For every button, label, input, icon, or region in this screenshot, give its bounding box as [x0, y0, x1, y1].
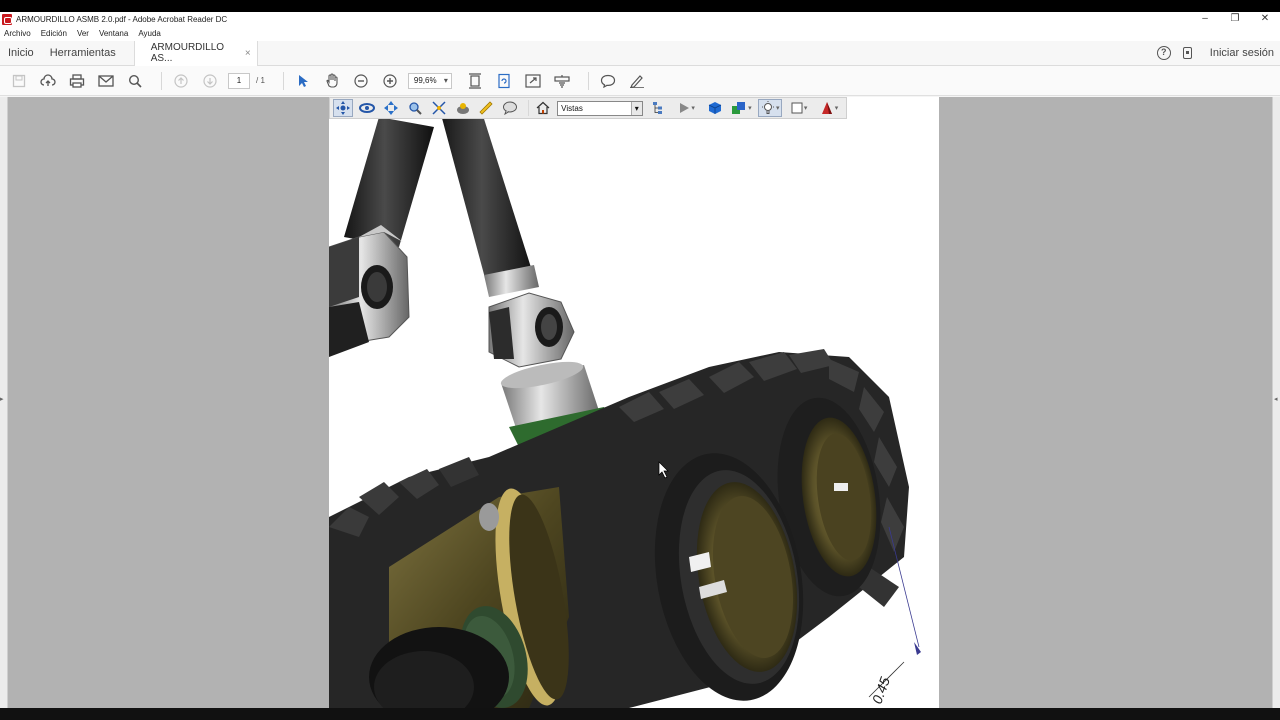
signin-link[interactable]: Iniciar sesión: [1210, 47, 1274, 59]
left-panel-toggle[interactable]: [0, 97, 8, 708]
document-viewport[interactable]: Vistas ▾ ▾ ▾ ▾: [0, 97, 1280, 708]
tab-herramientas[interactable]: Herramientas: [42, 47, 124, 59]
sign-pen-icon[interactable]: [626, 70, 648, 92]
full-screen-icon[interactable]: [522, 70, 544, 92]
print-icon[interactable]: [66, 70, 88, 92]
cross-section-icon[interactable]: ▾: [816, 99, 842, 117]
lighting-icon[interactable]: ▾: [758, 99, 783, 117]
tab-bar-right: ? Iniciar sesión: [1156, 46, 1280, 60]
select-cursor-icon[interactable]: [292, 70, 314, 92]
comment-3d-icon[interactable]: [500, 99, 520, 117]
menu-ayuda[interactable]: Ayuda: [138, 29, 161, 38]
tab-bar: Inicio Herramientas ARMOURDILLO AS... × …: [0, 40, 1280, 66]
right-panel-toggle[interactable]: [1272, 97, 1280, 708]
projection-cube-icon[interactable]: [705, 99, 725, 117]
search-icon[interactable]: [124, 70, 146, 92]
close-tab-icon[interactable]: ×: [245, 48, 251, 59]
tab-inicio[interactable]: Inicio: [0, 47, 42, 59]
help-icon[interactable]: ?: [1156, 46, 1171, 60]
fly-3d-icon[interactable]: [453, 99, 473, 117]
spin-3d-icon[interactable]: [357, 99, 377, 117]
center-bracket: [488, 292, 575, 368]
play-animation-icon[interactable]: ▾: [673, 99, 701, 117]
pdf-page[interactable]: Vistas ▾ ▾ ▾ ▾ ▾ ▾ 0.45: [329, 97, 939, 708]
minimize-button[interactable]: –: [1190, 12, 1220, 26]
walk-3d-icon[interactable]: [429, 99, 449, 117]
tab-document[interactable]: ARMOURDILLO AS... ×: [133, 40, 258, 66]
hand-tool-icon[interactable]: [321, 70, 343, 92]
menu-bar: Archivo Edición Ver Ventana Ayuda: [0, 26, 1280, 41]
pan-3d-icon[interactable]: [381, 99, 401, 117]
render-mode-icon[interactable]: ▾: [728, 99, 754, 117]
left-arm-tube: [344, 117, 434, 247]
zoom-level-select[interactable]: 99,6%: [407, 72, 452, 89]
right-wheel-highlight: [834, 483, 848, 491]
comment-icon[interactable]: [597, 70, 619, 92]
acrobat-pdf-icon: [2, 13, 12, 25]
email-icon[interactable]: [95, 70, 117, 92]
upper-arm-tube: [433, 97, 539, 297]
zoom-in-icon[interactable]: [379, 70, 401, 92]
page-number-input[interactable]: 1: [228, 72, 250, 89]
window-title: ARMOURDILLO ASMB 2.0.pdf - Adobe Acrobat…: [16, 14, 228, 24]
toolbar-divider: [282, 71, 284, 90]
zoom-out-icon[interactable]: [350, 70, 372, 92]
menu-ver[interactable]: Ver: [77, 29, 89, 38]
measure-ruler-icon[interactable]: [476, 99, 496, 117]
3d-model-view[interactable]: 0.45: [329, 97, 939, 708]
menu-archivo[interactable]: Archivo: [4, 29, 31, 38]
mobile-link-icon[interactable]: [1182, 47, 1192, 59]
next-page-icon[interactable]: [199, 70, 221, 92]
bottom-bar: [0, 708, 1280, 720]
rotate-view-icon[interactable]: [493, 70, 515, 92]
close-window-button[interactable]: ✕: [1250, 12, 1280, 26]
toolbar-divider: [161, 71, 162, 90]
previous-page-icon[interactable]: [170, 70, 192, 92]
background-color-icon[interactable]: ▾: [786, 99, 812, 117]
views-select[interactable]: Vistas: [557, 100, 643, 116]
zoom-3d-icon[interactable]: [405, 99, 425, 117]
fit-page-icon[interactable]: [464, 70, 486, 92]
model-tree-icon[interactable]: [649, 99, 669, 117]
restore-button[interactable]: ❐: [1220, 12, 1250, 26]
dimension-label: 0.45: [869, 675, 893, 706]
page-total: / 1: [256, 76, 265, 85]
read-mode-icon[interactable]: [551, 70, 573, 92]
menu-ventana[interactable]: Ventana: [99, 29, 128, 38]
title-bar: ARMOURDILLO ASMB 2.0.pdf - Adobe Acrobat…: [0, 12, 1280, 26]
document-tab-label: ARMOURDILLO AS...: [150, 42, 225, 64]
main-toolbar: 1 / 1 99,6%: [0, 66, 1280, 96]
save-icon[interactable]: [8, 70, 30, 92]
acrobat-window: ARMOURDILLO ASMB 2.0.pdf - Adobe Acrobat…: [0, 12, 1280, 708]
toolbar-3d-divider: [528, 100, 530, 116]
menu-edicion[interactable]: Edición: [41, 29, 67, 38]
toolbar-3d: Vistas ▾ ▾ ▾ ▾ ▾ ▾: [329, 97, 847, 119]
upload-cloud-icon[interactable]: [37, 70, 59, 92]
default-view-home-icon[interactable]: [533, 99, 553, 117]
window-controls: – ❐ ✕: [1190, 12, 1280, 26]
toolbar-divider: [587, 71, 589, 90]
rotate-3d-icon[interactable]: [333, 99, 353, 117]
